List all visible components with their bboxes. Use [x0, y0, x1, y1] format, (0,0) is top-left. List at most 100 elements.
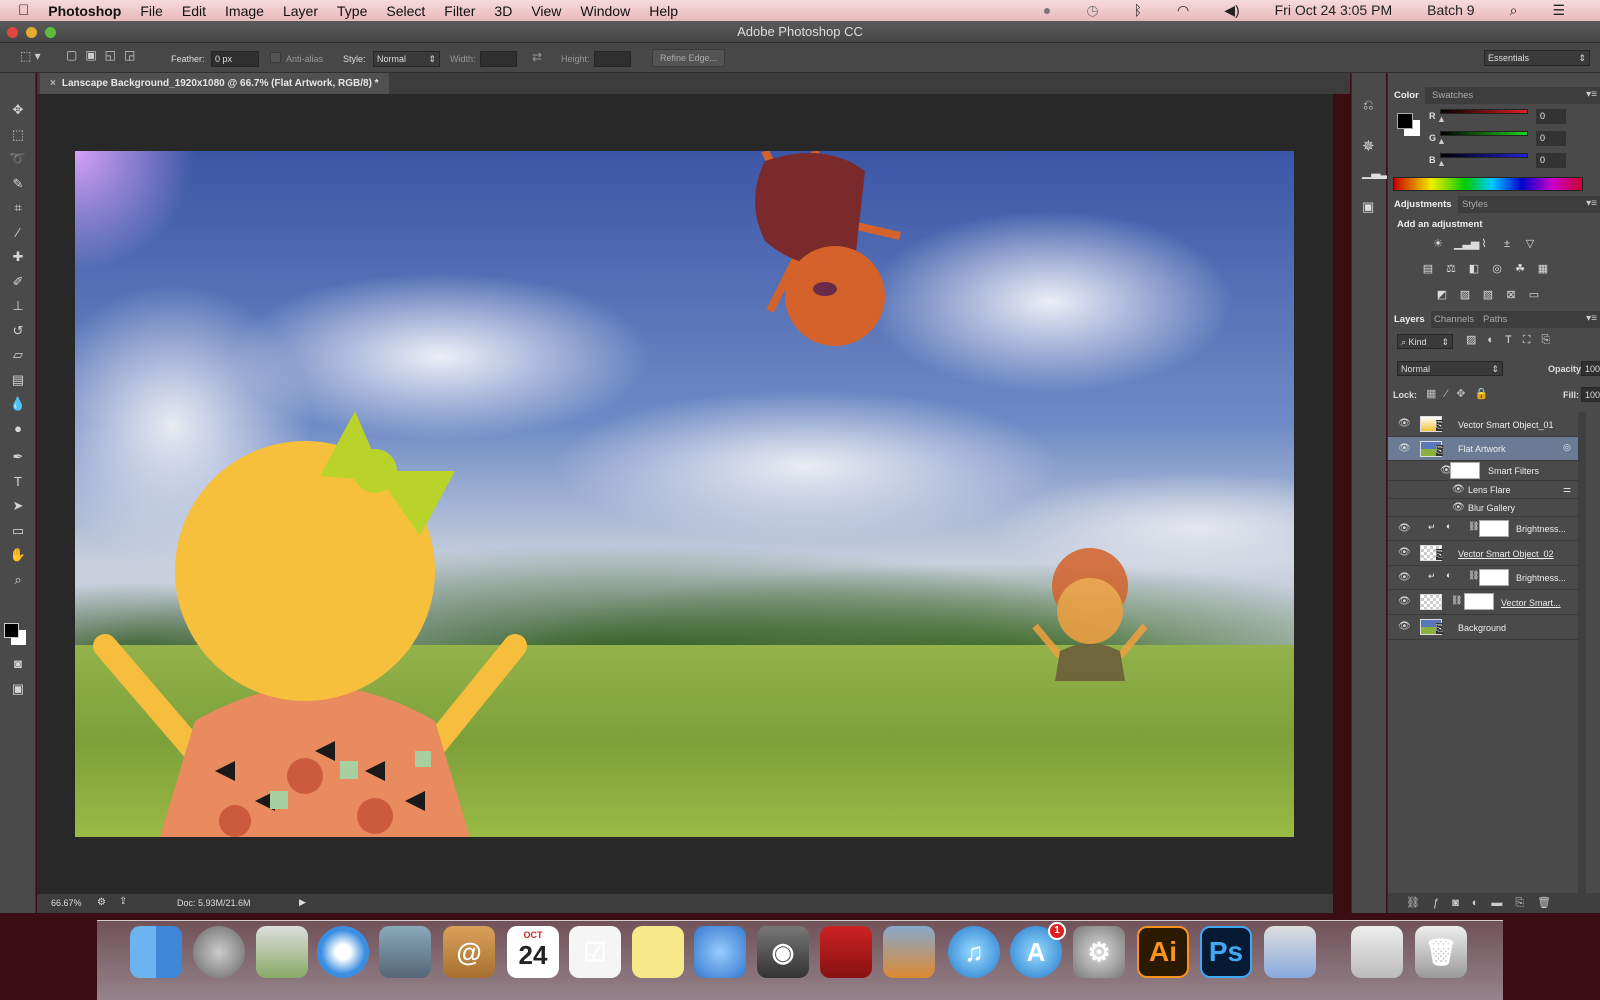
- swap-dimensions-icon[interactable]: ⇄: [532, 50, 542, 64]
- healing-brush-tool-icon[interactable]: ✚: [6, 246, 30, 268]
- zoom-tool-icon[interactable]: ⌕: [6, 569, 30, 591]
- photoshop-icon[interactable]: Ps: [1200, 926, 1252, 978]
- path-selection-tool-icon[interactable]: ➤: [6, 495, 30, 517]
- link-icon[interactable]: ⛓: [1468, 570, 1479, 581]
- hue-saturation-icon[interactable]: ▤: [1421, 263, 1435, 276]
- tab-channels[interactable]: Channels: [1428, 311, 1480, 328]
- desktop-icon[interactable]: [256, 926, 308, 978]
- downloads-stack-icon[interactable]: [1351, 926, 1403, 978]
- minimize-window-button[interactable]: [26, 27, 37, 38]
- channel-slider[interactable]: [1440, 109, 1528, 114]
- feather-input[interactable]: 0 px: [211, 51, 259, 67]
- reminders-icon[interactable]: ☑: [569, 926, 621, 978]
- user-menu[interactable]: Batch 9: [1427, 2, 1474, 19]
- trash-icon[interactable]: 🗑: [1415, 926, 1467, 978]
- menu-file[interactable]: File: [140, 3, 163, 19]
- clock[interactable]: Fri Oct 24 3:05 PM: [1275, 2, 1392, 19]
- antialias-checkbox[interactable]: [270, 52, 281, 63]
- system-preferences-icon[interactable]: ⚙: [1073, 926, 1125, 978]
- layer-filter-select[interactable]: ⌕ Kind ⇕: [1397, 334, 1453, 349]
- quick-selection-tool-icon[interactable]: ✎: [6, 173, 30, 195]
- screen-mode-icon[interactable]: ▣: [6, 678, 30, 700]
- visibility-eye-icon[interactable]: 👁: [1398, 443, 1411, 454]
- messages-icon[interactable]: [694, 926, 746, 978]
- histogram-icon[interactable]: ▁▃▂: [1362, 165, 1390, 179]
- hand-tool-icon[interactable]: ✋: [6, 544, 30, 566]
- slider-thumb-icon[interactable]: ▲: [1437, 114, 1446, 124]
- color-lookup-icon[interactable]: ▦: [1536, 263, 1550, 276]
- dodge-tool-icon[interactable]: ●: [6, 418, 30, 440]
- finder-icon[interactable]: [130, 926, 182, 978]
- visibility-eye-icon[interactable]: 👁: [1398, 596, 1411, 607]
- eyedropper-tool-icon[interactable]: ⁄: [6, 222, 30, 244]
- tab-styles[interactable]: Styles: [1456, 196, 1494, 213]
- brush-tool-icon[interactable]: ✐: [6, 271, 30, 293]
- type-tool-icon[interactable]: T: [6, 471, 30, 493]
- artwork-canvas[interactable]: [75, 151, 1294, 837]
- tab-swatches[interactable]: Swatches: [1426, 87, 1479, 104]
- posterize-icon[interactable]: ▨: [1458, 289, 1472, 302]
- channel-value-input[interactable]: 0: [1536, 153, 1566, 168]
- channel-slider[interactable]: [1440, 153, 1528, 158]
- canvas-area[interactable]: [37, 94, 1333, 894]
- panel-menu-icon[interactable]: ▾≡: [1586, 313, 1597, 324]
- layer-row[interactable]: 👁 Smart Filters: [1388, 461, 1584, 481]
- status-menu-arrow-icon[interactable]: ▶: [299, 897, 306, 908]
- navigator-icon[interactable]: ✵: [1362, 137, 1375, 155]
- menu-3d[interactable]: 3D: [494, 3, 512, 19]
- time-machine-icon[interactable]: ◷: [1086, 2, 1098, 19]
- layer-row[interactable]: 👁 Lens Flare ⚌: [1388, 481, 1584, 499]
- calendar-icon[interactable]: OCT 24: [507, 926, 559, 978]
- share-icon[interactable]: ⇪: [119, 896, 127, 907]
- facetime-icon[interactable]: ◉: [757, 926, 809, 978]
- color-spectrum[interactable]: [1393, 177, 1583, 191]
- selection-mode-icons[interactable]: ▢▣◱◲: [66, 48, 143, 62]
- history-icon[interactable]: ⎌: [1363, 97, 1373, 113]
- marquee-tool-icon[interactable]: ⬚: [6, 124, 30, 146]
- menu-window[interactable]: Window: [580, 3, 630, 19]
- layer-row[interactable]: 👁 ↵ ◐ ⛓ Brightness...: [1388, 517, 1584, 541]
- eraser-tool-icon[interactable]: ▱: [6, 344, 30, 366]
- rectangle-tool-icon[interactable]: ▭: [6, 520, 30, 542]
- close-window-button[interactable]: [7, 27, 18, 38]
- menu-select[interactable]: Select: [386, 3, 425, 19]
- vibrance-icon[interactable]: ▽: [1523, 238, 1537, 251]
- slider-thumb-icon[interactable]: ▲: [1437, 136, 1446, 146]
- channel-slider[interactable]: [1440, 131, 1528, 136]
- app-store-icon[interactable]: A1: [1010, 922, 1066, 978]
- creative-cloud-icon[interactable]: ●: [1043, 2, 1051, 19]
- marquee-preset-icon[interactable]: ⬚ ▾: [20, 49, 41, 63]
- visibility-eye-icon[interactable]: 👁: [1398, 572, 1411, 583]
- notification-center-icon[interactable]: ☰: [1552, 2, 1565, 19]
- link-icon[interactable]: ⛓: [1468, 521, 1479, 532]
- contacts-icon[interactable]: @: [443, 926, 495, 978]
- layer-filter-icons[interactable]: ▨◐T⛶⎘: [1466, 333, 1561, 347]
- visibility-eye-icon[interactable]: 👁: [1452, 484, 1465, 495]
- move-tool-icon[interactable]: ✥: [6, 99, 30, 121]
- lasso-tool-icon[interactable]: ➰: [6, 148, 30, 170]
- preview-icon[interactable]: [1264, 926, 1316, 978]
- exposure-icon[interactable]: ±: [1500, 238, 1514, 251]
- timing-icon[interactable]: ⚙: [97, 897, 106, 908]
- menu-layer[interactable]: Layer: [283, 3, 318, 19]
- history-brush-tool-icon[interactable]: ↺: [6, 320, 30, 342]
- layer-row[interactable]: 👁 ⎘ Vector Smart Object_01: [1388, 412, 1584, 437]
- blur-tool-icon[interactable]: 💧: [6, 393, 30, 415]
- layer-row[interactable]: 👁 ⎘ Flat Artwork ◎: [1388, 437, 1584, 461]
- photo-filter-icon[interactable]: ◎: [1490, 263, 1504, 276]
- zoom-level[interactable]: 66.67%: [51, 898, 82, 908]
- menu-view[interactable]: View: [531, 3, 561, 19]
- visibility-eye-icon[interactable]: 👁: [1398, 621, 1411, 632]
- channel-value-input[interactable]: 0: [1536, 131, 1566, 146]
- menu-help[interactable]: Help: [649, 3, 678, 19]
- itunes-icon[interactable]: ♫: [948, 926, 1000, 978]
- threshold-icon[interactable]: ▧: [1481, 289, 1495, 302]
- invert-icon[interactable]: ◩: [1435, 289, 1449, 302]
- curves-icon[interactable]: ⌇: [1477, 238, 1491, 251]
- panel-menu-icon[interactable]: ▾≡: [1586, 89, 1597, 100]
- wifi-icon[interactable]: ◠: [1177, 2, 1189, 19]
- menu-photoshop[interactable]: Photoshop: [48, 3, 121, 19]
- visibility-eye-icon[interactable]: 👁: [1452, 502, 1465, 513]
- layers-footer-buttons[interactable]: ⛓ƒ◙◐▬⎘🗑: [1388, 893, 1600, 913]
- tab-layers[interactable]: Layers: [1388, 311, 1431, 328]
